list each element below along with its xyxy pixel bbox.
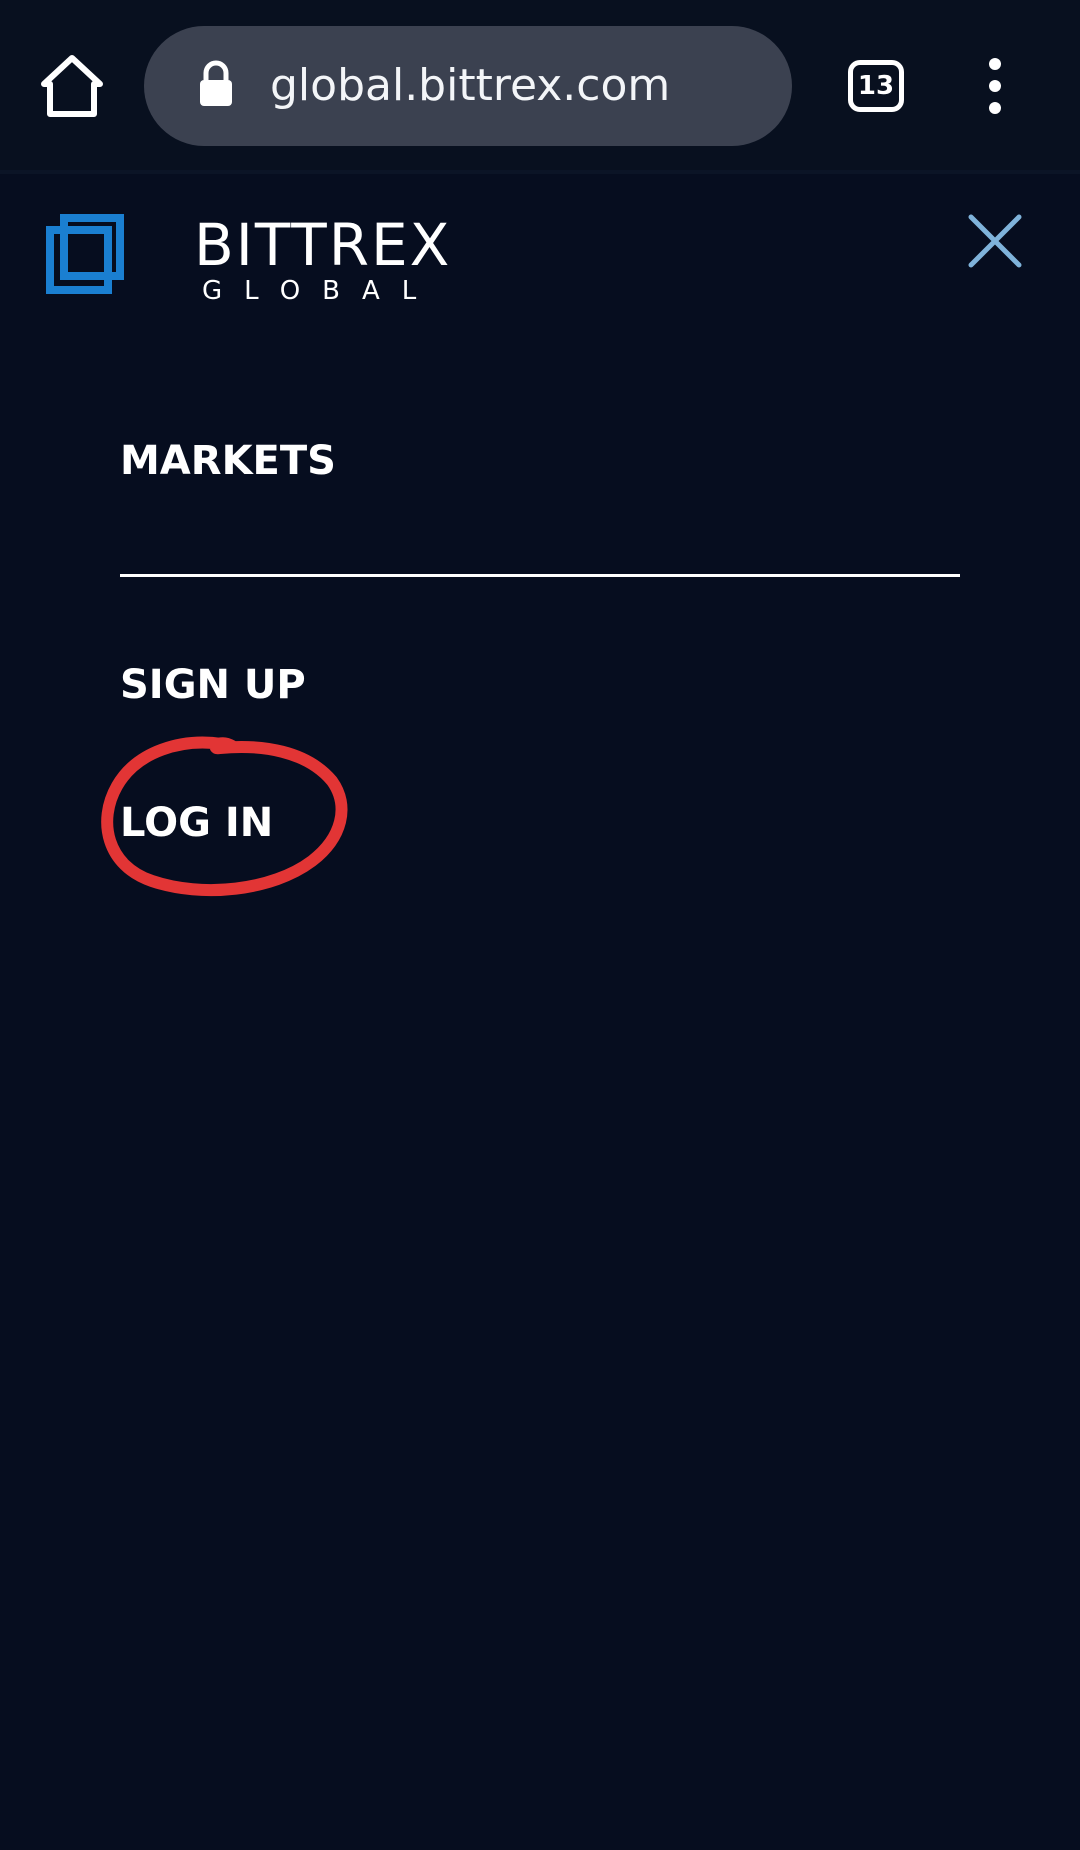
close-icon[interactable] <box>966 212 1024 270</box>
address-bar[interactable]: global.bittrex.com <box>144 26 792 146</box>
tab-switcher-button[interactable]: 13 <box>848 60 904 112</box>
home-icon[interactable] <box>38 52 106 120</box>
url-text: global.bittrex.com <box>270 60 671 111</box>
browser-toolbar: global.bittrex.com 13 <box>0 0 1080 170</box>
toolbar-divider <box>0 170 1080 174</box>
nav-item-markets[interactable]: MARKETS <box>120 438 336 484</box>
bittrex-logo[interactable]: BITTREX GLOBAL <box>46 212 449 306</box>
logo-subtitle: GLOBAL <box>202 276 439 306</box>
nav-divider <box>120 574 960 577</box>
more-vert-icon[interactable] <box>980 56 1010 116</box>
nav-item-sign-up[interactable]: SIGN UP <box>120 662 306 708</box>
lock-icon <box>200 60 232 106</box>
nav-item-log-in[interactable]: LOG IN <box>120 800 273 846</box>
logo-wordmark: BITTREX <box>194 211 452 279</box>
logo-mark-icon <box>46 214 124 294</box>
